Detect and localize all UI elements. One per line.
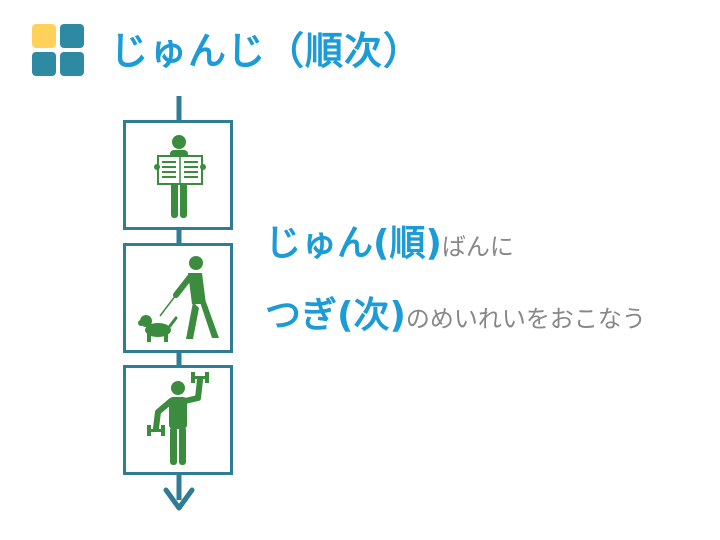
emphasis-text: つぎ(次) [265,295,406,336]
step-box-walking-dog [123,243,233,353]
description-line-1: じゅん(順)ばんに [265,214,514,266]
person-reading-newspaper-icon [154,135,206,218]
person-lifting-dumbbells-icon [147,372,209,465]
step-box-reading [123,120,233,230]
person-walking-dog-icon [138,256,219,342]
flow-connector [163,96,195,511]
supporting-text: ばんに [441,233,514,261]
step-box-exercise [123,365,233,475]
emphasis-text: じゅん(順) [265,223,442,264]
description-line-2: つぎ(次)のめいれいをおこなう [265,286,646,338]
supporting-text: のめいれいをおこなう [405,305,646,333]
